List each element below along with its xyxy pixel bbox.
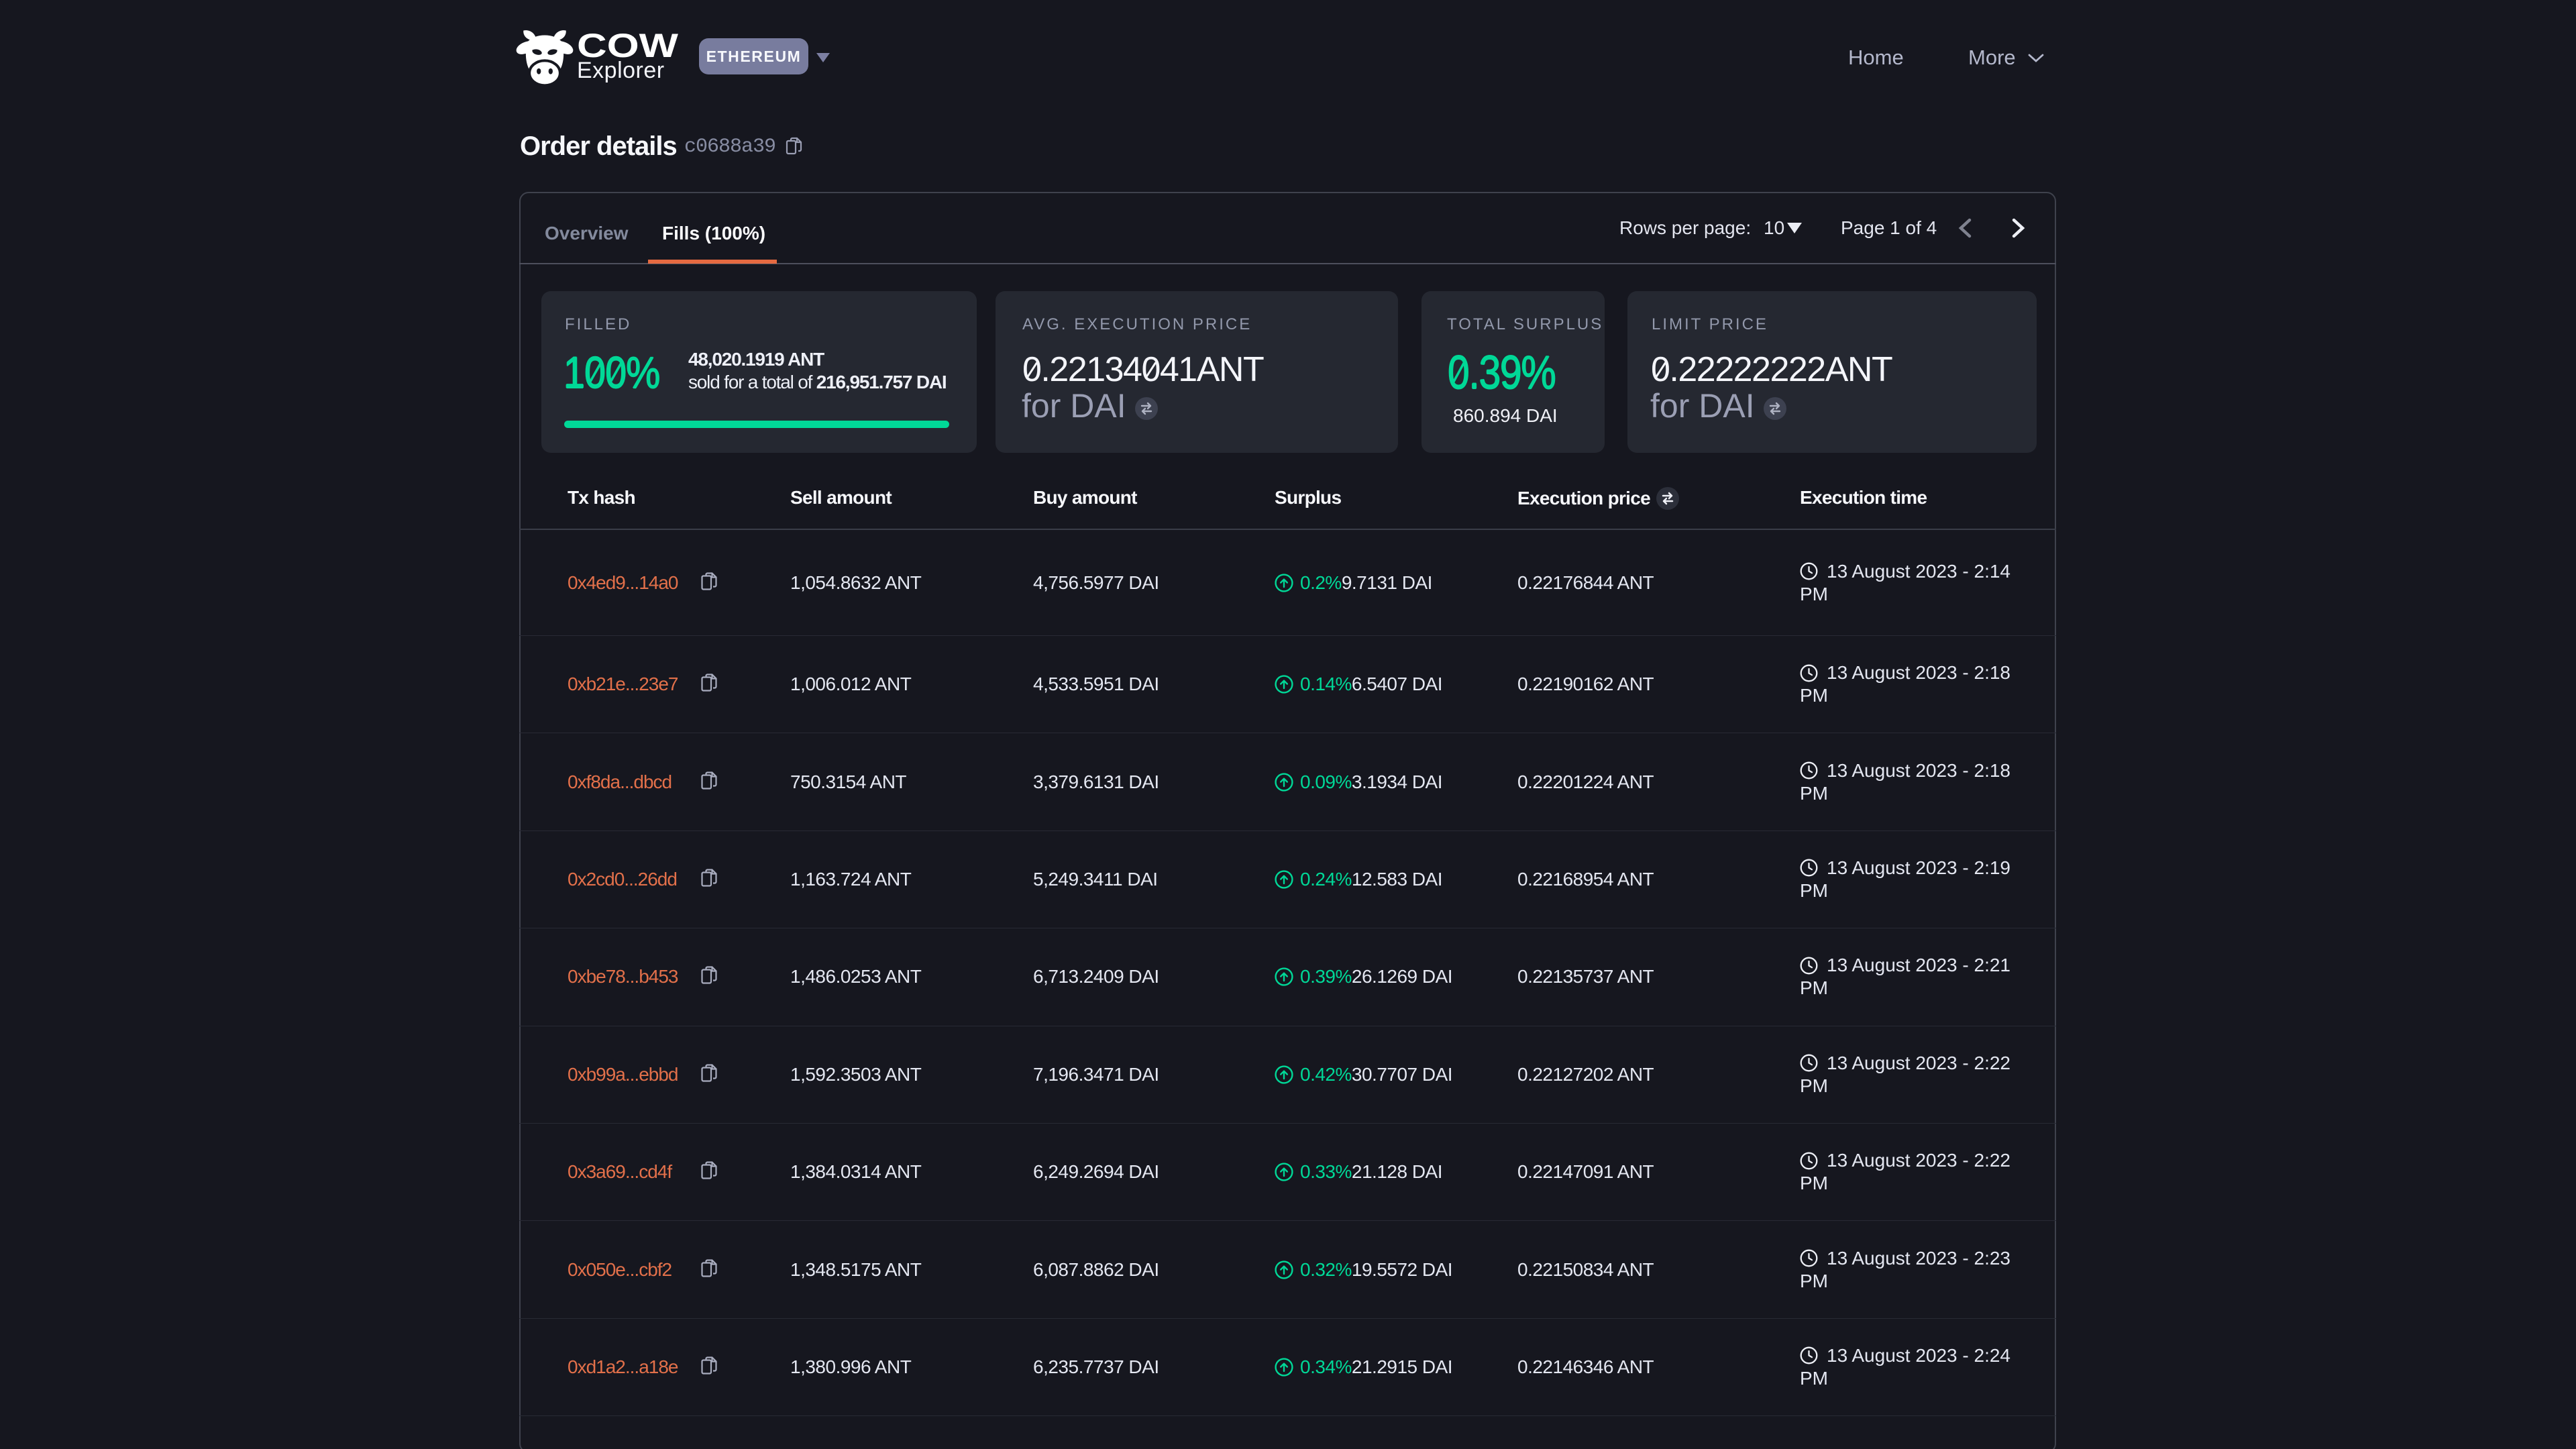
- svg-text:COW: COW: [577, 31, 679, 60]
